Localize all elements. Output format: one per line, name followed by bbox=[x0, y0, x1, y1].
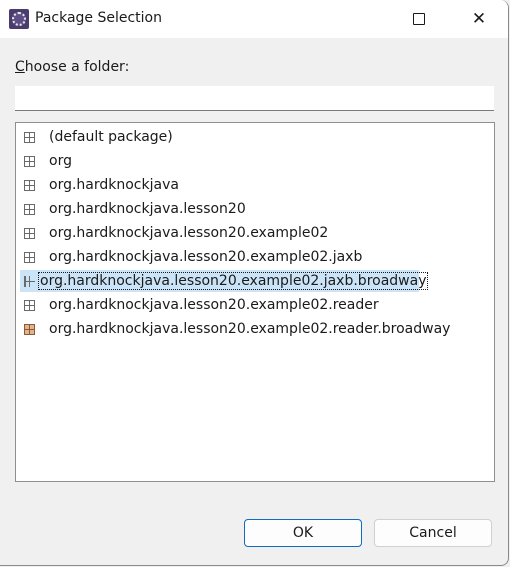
package-list-item[interactable]: org.hardknockjava.lesson20.example02.jax… bbox=[20, 246, 362, 268]
label-text: hoose a folder: bbox=[24, 59, 130, 75]
choose-folder-label: Choose a folder: bbox=[15, 59, 129, 75]
package-list-item[interactable]: org.hardknockjava.lesson20.example02.rea… bbox=[20, 294, 379, 316]
package-name: org.hardknockjava bbox=[49, 177, 179, 193]
package-list-item[interactable]: (default package) bbox=[20, 126, 173, 148]
package-icon bbox=[24, 203, 35, 215]
window-title: Package Selection bbox=[35, 10, 162, 26]
package-name: org.hardknockjava.lesson20 bbox=[49, 201, 246, 217]
maximize-button[interactable] bbox=[396, 0, 442, 38]
label-accelerator: C bbox=[15, 59, 25, 75]
package-name: org bbox=[49, 153, 72, 169]
package-icon bbox=[24, 179, 35, 191]
package-selection-dialog: Package Selection ✕ Choose a folder: (de… bbox=[0, 0, 509, 566]
package-list-item[interactable]: org bbox=[20, 150, 72, 172]
package-list-item[interactable]: org.hardknockjava.lesson20.example02.rea… bbox=[20, 318, 450, 340]
maximize-icon bbox=[413, 13, 425, 25]
package-name: org.hardknockjava.lesson20.example02.jax… bbox=[37, 272, 429, 290]
package-list-item[interactable]: org.hardknockjava bbox=[20, 174, 179, 196]
close-icon: ✕ bbox=[471, 9, 487, 29]
ok-button[interactable]: OK bbox=[244, 519, 362, 547]
package-icon bbox=[24, 299, 35, 311]
folder-filter-input[interactable] bbox=[15, 86, 494, 111]
package-icon bbox=[24, 251, 35, 263]
package-list-item[interactable]: org.hardknockjava.lesson20 bbox=[20, 198, 246, 220]
package-nonempty-icon bbox=[24, 323, 35, 335]
cancel-button[interactable]: Cancel bbox=[374, 519, 492, 547]
package-name: (default package) bbox=[49, 129, 173, 145]
package-list-item[interactable]: org.hardknockjava.lesson20.example02 bbox=[20, 222, 328, 244]
eclipse-gear-icon bbox=[9, 9, 29, 29]
package-icon bbox=[24, 155, 35, 167]
close-button[interactable]: ✕ bbox=[456, 0, 502, 38]
package-name: org.hardknockjava.lesson20.example02 bbox=[49, 225, 329, 241]
package-name: org.hardknockjava.lesson20.example02.rea… bbox=[49, 321, 451, 337]
package-list[interactable]: (default package) org org.hardknockjava … bbox=[15, 122, 495, 482]
package-icon bbox=[24, 227, 35, 239]
package-name: org.hardknockjava.lesson20.example02.jax… bbox=[49, 249, 363, 265]
package-list-item-selected[interactable]: org.hardknockjava.lesson20.example02.jax… bbox=[20, 270, 429, 292]
package-name: org.hardknockjava.lesson20.example02.rea… bbox=[49, 297, 379, 313]
package-icon bbox=[24, 131, 35, 143]
title-bar[interactable]: Package Selection ✕ bbox=[0, 0, 508, 38]
package-icon bbox=[24, 275, 35, 287]
